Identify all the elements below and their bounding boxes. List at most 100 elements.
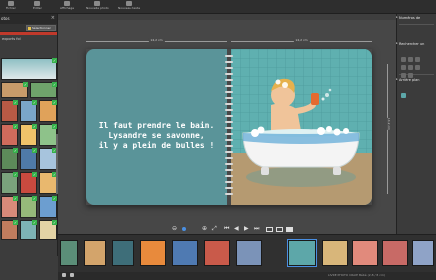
- photo-thumbnail[interactable]: ✓: [1, 172, 18, 194]
- photo-thumbnail[interactable]: ✓: [39, 220, 57, 240]
- photo-thumbnail[interactable]: ✓: [20, 220, 37, 240]
- settings-icon[interactable]: [62, 273, 66, 277]
- photo-thumbnail[interactable]: ✓: [1, 196, 18, 218]
- page-thumbnail[interactable]: [412, 240, 434, 266]
- photo-thumbnail[interactable]: ✓: [20, 124, 37, 146]
- check-icon: ✓: [52, 58, 57, 63]
- next-page-icon[interactable]: ▶: [244, 225, 249, 233]
- photo-thumbnail[interactable]: ✓: [30, 82, 57, 98]
- photo-thumbnail[interactable]: ✓: [1, 82, 28, 98]
- photo-thumbnail[interactable]: ✓: [1, 124, 18, 146]
- photo-thumbnail[interactable]: ✓: [20, 148, 37, 170]
- photo-thumbnail[interactable]: ✓: [1, 58, 57, 80]
- page-thumbnail[interactable]: [84, 240, 106, 266]
- left-page[interactable]: Il faut prendre le bain. Lysandre se sav…: [86, 49, 227, 205]
- width-ruler-right: 14,2 cm: [231, 38, 372, 44]
- photo-thumbnail[interactable]: ✓: [1, 100, 18, 122]
- photo-thumbnail[interactable]: ✓: [39, 100, 57, 122]
- bath-illustration[interactable]: [231, 49, 372, 205]
- view-menu-button[interactable]: Affichage: [60, 1, 74, 13]
- check-icon: ✓: [13, 100, 18, 105]
- page-numbers-section[interactable]: Numéros de: [396, 14, 436, 23]
- single-page-icon[interactable]: [266, 227, 273, 232]
- height-ruler: 14,2 cm: [384, 64, 392, 194]
- check-icon: ✓: [32, 148, 37, 153]
- check-icon: ✓: [13, 196, 18, 201]
- photo-thumbnail[interactable]: ✓: [20, 172, 37, 194]
- width-label-right: 14,2 cm: [293, 38, 310, 43]
- check-icon: ✓: [52, 124, 57, 129]
- check-icon: ✓: [52, 100, 57, 105]
- height-label: 14,2 cm: [387, 117, 392, 131]
- file-menu-button[interactable]: Fichier: [6, 1, 16, 13]
- check-icon: ✓: [23, 82, 28, 87]
- fit-icon[interactable]: ⤢: [212, 225, 217, 233]
- grid-view-icon[interactable]: [286, 227, 293, 232]
- width-label-left: 14,2 cm: [148, 38, 165, 43]
- photos-panel-title: otos: [1, 16, 10, 21]
- photo-thumbnail[interactable]: ✓: [39, 196, 57, 218]
- select-button[interactable]: Sélectionner: [26, 25, 56, 31]
- check-icon: ✓: [13, 220, 18, 225]
- check-icon: ✓: [32, 196, 37, 201]
- panel-footer: [0, 256, 58, 280]
- check-icon: ✓: [52, 220, 57, 225]
- underline-icon[interactable]: [415, 65, 420, 70]
- spread-view-icon[interactable]: [276, 227, 283, 232]
- photo-thumbnail[interactable]: ✓: [20, 196, 37, 218]
- page-text-block[interactable]: Il faut prendre le bain. Lysandre se sav…: [86, 121, 227, 151]
- photos-panel-header: otos ×: [0, 14, 57, 24]
- page-thumbnail[interactable]: [236, 240, 262, 266]
- page-thumbnail[interactable]: [322, 240, 348, 266]
- edit-menu-button[interactable]: Éditer: [33, 1, 42, 13]
- book-spread[interactable]: Il faut prendre le bain. Lysandre se sav…: [86, 49, 372, 205]
- page-thumbnail[interactable]: [140, 240, 166, 266]
- page-filmstrip: [58, 234, 436, 272]
- photo-thumbnail[interactable]: ✓: [1, 148, 18, 170]
- photos-panel: otos × Sélectionner exports fol ✓ ✓ ✓ ✓ …: [0, 14, 58, 280]
- grid-icon[interactable]: [70, 273, 74, 277]
- right-page[interactable]: [231, 49, 372, 205]
- page-thumbnail-selected[interactable]: [287, 239, 317, 267]
- page-thumbnail[interactable]: [204, 240, 230, 266]
- close-icon[interactable]: ×: [51, 15, 55, 21]
- last-page-icon[interactable]: ⏭: [254, 225, 259, 233]
- width-ruler-left: 14,2 cm: [86, 38, 227, 44]
- background-swatch-icon[interactable]: [401, 93, 406, 98]
- check-icon: ✓: [52, 82, 57, 87]
- check-icon: ✓: [13, 148, 18, 153]
- check-icon: ✓: [32, 124, 37, 129]
- zoom-slider-handle[interactable]: [182, 227, 186, 231]
- folder-label: exports fol: [2, 37, 21, 41]
- new-text-button[interactable]: Nouveau texte: [118, 1, 140, 13]
- photo-thumbnail[interactable]: ✓: [39, 124, 57, 146]
- folder-icon: [28, 27, 31, 30]
- photo-thumbnail[interactable]: ✓: [1, 220, 18, 240]
- status-text: LIVRE PHOTO CRAIE Bébé (2,8 / 8 cm): [328, 273, 386, 277]
- new-photo-button[interactable]: Nouvelle photo: [86, 1, 109, 13]
- zoom-in-icon[interactable]: ⊕: [202, 225, 207, 233]
- check-icon: ✓: [32, 172, 37, 177]
- workspace-tab-bar: [58, 14, 396, 20]
- check-icon: ✓: [32, 100, 37, 105]
- spiral-binding: [225, 53, 233, 203]
- photo-thumbnail[interactable]: ✓: [20, 100, 37, 122]
- photo-thumbnail[interactable]: ✓: [39, 148, 57, 170]
- page-thumbnail[interactable]: [172, 240, 198, 266]
- zoom-out-icon[interactable]: ⊖: [172, 225, 177, 233]
- check-icon: ✓: [13, 172, 18, 177]
- check-icon: ✓: [13, 124, 18, 129]
- page-thumbnail[interactable]: [60, 240, 78, 266]
- top-toolbar: Fichier Éditer Affichage Nouvelle photo …: [0, 0, 436, 14]
- first-page-icon[interactable]: ⏮: [224, 225, 229, 233]
- page-thumbnail[interactable]: [352, 240, 378, 266]
- page-thumbnail[interactable]: [382, 240, 408, 266]
- search-section[interactable]: Rechercher un: [396, 40, 436, 49]
- background-section[interactable]: Arrière plan: [396, 76, 436, 85]
- previous-page-icon[interactable]: ◀: [234, 225, 239, 233]
- photo-thumbnail[interactable]: ✓: [39, 172, 57, 194]
- navigation-controls: ⊖ ⊕ ⤢ ⏮ ◀ ▶ ⏭: [58, 224, 396, 234]
- app-window: Fichier Éditer Affichage Nouvelle photo …: [0, 0, 436, 280]
- photos-panel-actions: Sélectionner: [0, 24, 57, 32]
- page-thumbnail[interactable]: [112, 240, 134, 266]
